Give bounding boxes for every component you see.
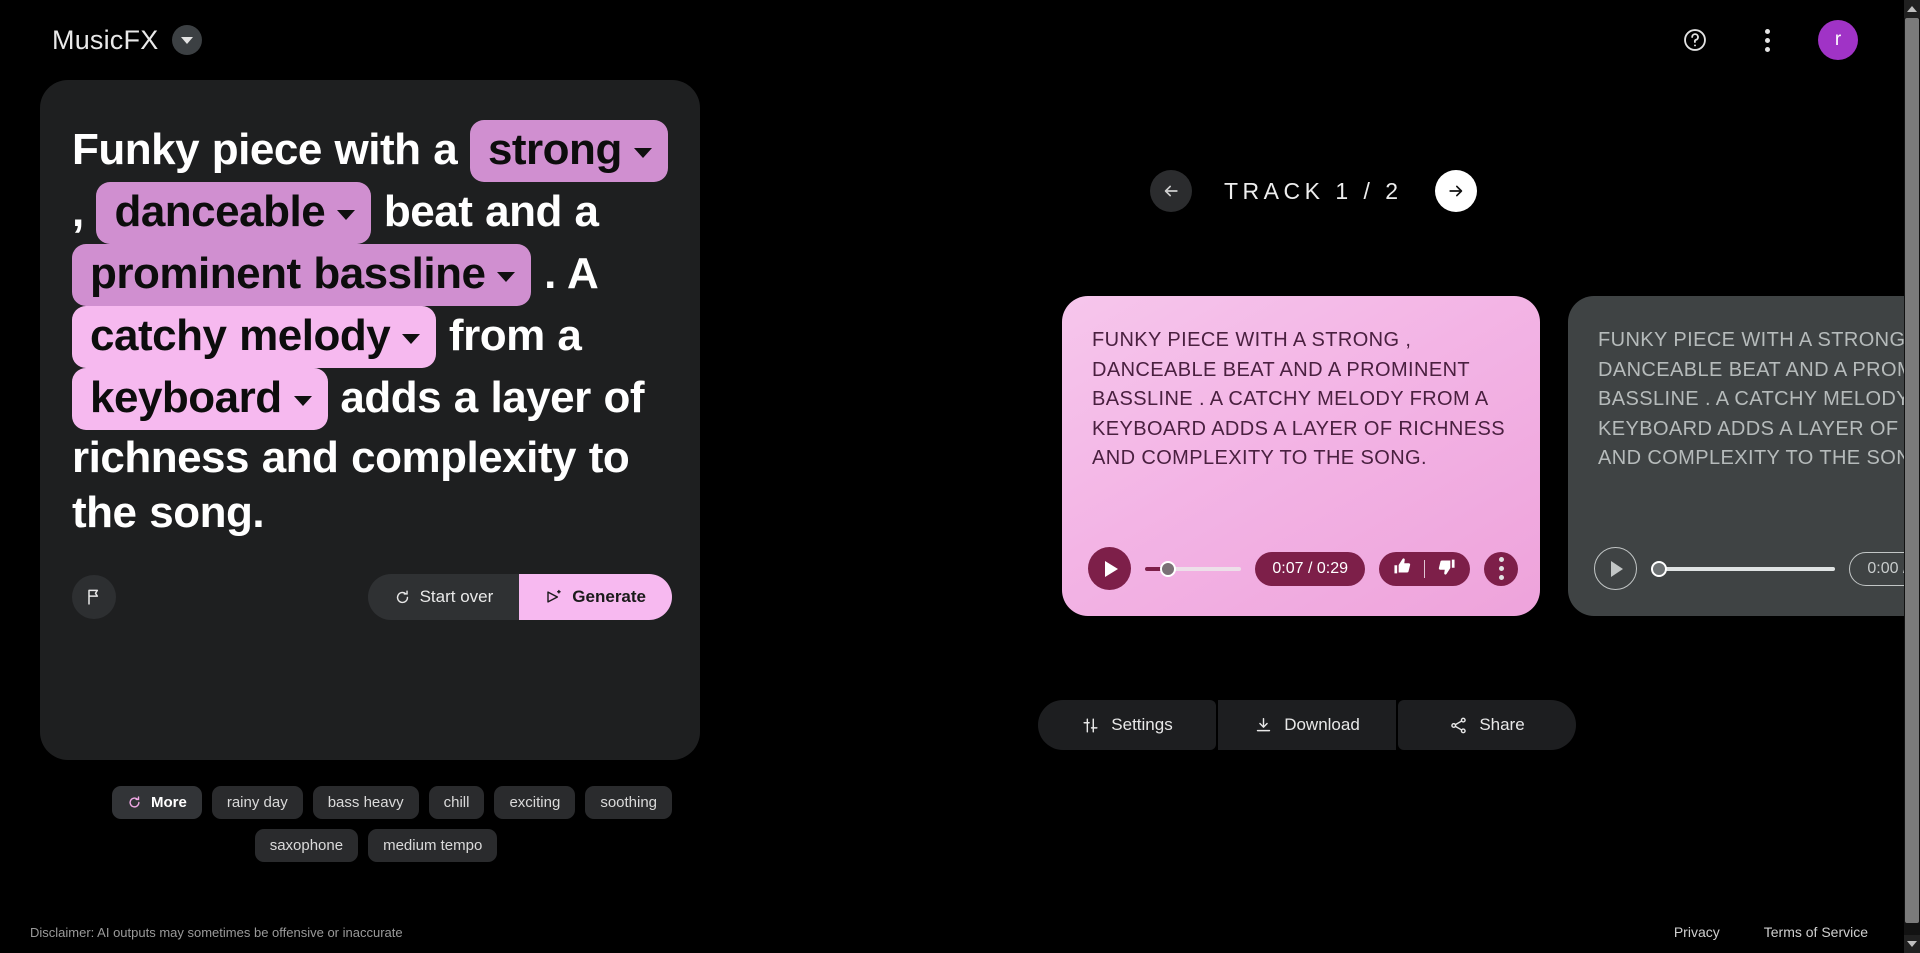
terms-link[interactable]: Terms of Service [1764, 924, 1868, 940]
start-over-button[interactable]: Start over [367, 574, 520, 620]
prompt-card[interactable]: Funky piece with a strong , danceable be… [40, 80, 700, 760]
more-label: More [151, 794, 187, 811]
refresh-icon [396, 590, 408, 603]
time-display: 0:07 / 0:29 [1255, 551, 1365, 586]
progress-slider[interactable] [1145, 559, 1242, 579]
share-button[interactable]: Share [1398, 700, 1576, 750]
divider [1424, 559, 1425, 578]
app-header: MusicFX r [0, 0, 1920, 80]
prompt-editor[interactable]: Funky piece with a strong , danceable be… [72, 120, 672, 540]
rating-group [1379, 551, 1470, 586]
thumb-up-icon[interactable] [1392, 556, 1413, 582]
suggestion-row-2: saxophone medium tempo [112, 829, 700, 862]
previous-track-button[interactable] [1150, 170, 1192, 212]
prompt-chip[interactable]: catchy melody [72, 306, 437, 368]
more-suggestions-button[interactable]: More [112, 786, 202, 819]
progress-slider[interactable] [1651, 559, 1836, 579]
suggestion-chip[interactable]: exciting [494, 786, 576, 819]
arrow-right-icon [1448, 185, 1462, 197]
privacy-link[interactable]: Privacy [1674, 924, 1720, 940]
prompt-chip-label: keyboard [90, 373, 282, 422]
download-label: Download [1284, 715, 1360, 734]
prompt-button-group: Start over Generate [367, 574, 672, 620]
app-title: MusicFX [52, 24, 159, 55]
audio-player: 0:00 / 0:29 [1594, 547, 1920, 590]
prompt-text-run: beat and a [371, 187, 599, 236]
prompt-chip[interactable]: prominent bassline [72, 244, 532, 306]
suggestion-row-1: More rainy day bass heavy chill exciting soo… [112, 786, 700, 819]
prompt-text-run: from a [436, 311, 582, 360]
download-icon [1257, 717, 1271, 731]
help-circle-icon[interactable] [1674, 19, 1716, 61]
prompt-text-run: . A [531, 249, 597, 298]
prompt-text-run: Funky piece with a [72, 125, 470, 174]
app-footer: Disclaimer: AI outputs may sometimes be … [0, 911, 1920, 953]
prompt-chip[interactable]: danceable [96, 182, 372, 244]
download-button[interactable]: Download [1218, 700, 1396, 750]
play-icon[interactable] [1594, 547, 1637, 590]
suggestion-chips: More rainy day bass heavy chill exciting soo… [40, 786, 700, 862]
arrow-left-icon [1164, 185, 1178, 197]
suggestion-chip[interactable]: chill [428, 786, 485, 819]
track-cards: FUNKY PIECE WITH A STRONG , DANCEABLE BE… [1062, 296, 1920, 616]
track-card[interactable]: FUNKY PIECE WITH A STRONG , DANCEABLE BE… [1568, 296, 1920, 616]
prompt-actions: Start over Generate [72, 574, 672, 620]
flag-icon[interactable] [72, 575, 116, 619]
next-track-button[interactable] [1434, 170, 1477, 212]
track-more-icon[interactable] [1484, 551, 1518, 586]
settings-label: Settings [1111, 715, 1173, 734]
brand: MusicFX [52, 24, 203, 56]
track-prompt-text: FUNKY PIECE WITH A STRONG , DANCEABLE BE… [1092, 329, 1505, 470]
avatar[interactable]: r [1818, 20, 1858, 60]
suggestion-chip[interactable]: rainy day [211, 786, 303, 819]
start-over-label: Start over [419, 587, 494, 606]
page-scrollbar[interactable] [1904, 0, 1920, 953]
share-icon [1451, 717, 1467, 733]
track-prompt-text: FUNKY PIECE WITH A STRONG , DANCEABLE BE… [1598, 329, 1920, 470]
track-card[interactable]: FUNKY PIECE WITH A STRONG , DANCEABLE BE… [1062, 296, 1540, 616]
settings-button[interactable]: Settings [1038, 700, 1216, 750]
chevron-down-icon[interactable] [497, 271, 516, 282]
chevron-down-icon[interactable] [337, 209, 356, 220]
prompt-chip[interactable]: strong [469, 120, 668, 182]
chevron-down-icon[interactable] [172, 25, 203, 55]
suggestion-chip[interactable]: saxophone [254, 829, 359, 862]
prompt-panel: Funky piece with a strong , danceable be… [40, 80, 700, 862]
send-sparkle-icon [547, 589, 562, 603]
prompt-chip-label: prominent bassline [90, 249, 486, 298]
musicfx-app: MusicFX r Funky piece with a strong , da… [0, 0, 1920, 953]
scroll-up-icon[interactable] [1904, 0, 1920, 18]
track-counter: TRACK 1 / 2 [1224, 177, 1403, 204]
thumb-down-icon[interactable] [1436, 556, 1457, 582]
scrollbar-thumb[interactable] [1905, 18, 1919, 923]
prompt-chip-label: catchy melody [90, 311, 391, 360]
chevron-down-icon[interactable] [633, 147, 652, 158]
footer-links: Privacy Terms of Service [1674, 924, 1868, 940]
generate-button[interactable]: Generate [519, 574, 672, 620]
chevron-down-icon[interactable] [293, 395, 312, 406]
tune-icon [1083, 717, 1098, 733]
track-action-bar: Settings Download Share [1038, 700, 1576, 750]
track-navigation: TRACK 1 / 2 [1150, 170, 1477, 212]
disclaimer-text: Disclaimer: AI outputs may sometimes be … [30, 924, 403, 940]
chevron-down-icon[interactable] [402, 333, 421, 344]
prompt-chip[interactable]: keyboard [72, 368, 328, 430]
prompt-text-run: , [72, 187, 97, 236]
play-icon[interactable] [1088, 547, 1131, 590]
prompt-chip-label: strong [487, 125, 622, 174]
audio-player: 0:07 / 0:29 [1088, 547, 1518, 590]
more-vertical-icon[interactable] [1746, 19, 1788, 61]
prompt-chip-label: danceable [114, 187, 326, 236]
suggestion-chip[interactable]: medium tempo [368, 829, 498, 862]
generate-label: Generate [572, 587, 646, 606]
suggestion-chip[interactable]: bass heavy [312, 786, 419, 819]
suggestion-chip[interactable]: soothing [585, 786, 673, 819]
refresh-icon [129, 796, 140, 808]
scroll-down-icon[interactable] [1904, 935, 1920, 953]
header-actions: r [1674, 19, 1858, 61]
share-label: Share [1479, 715, 1525, 734]
